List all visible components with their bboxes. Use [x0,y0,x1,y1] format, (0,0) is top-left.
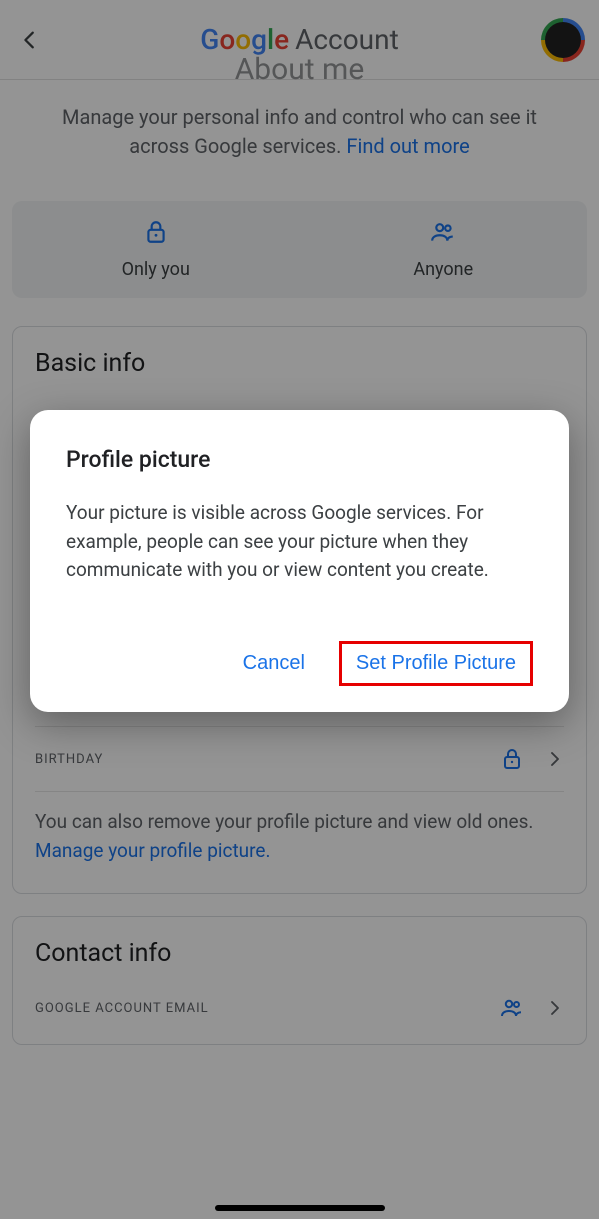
dialog-title: Profile picture [66,446,533,473]
set-profile-picture-button[interactable]: Set Profile Picture [348,646,524,681]
dialog-actions: Cancel Set Profile Picture [66,641,533,686]
cancel-button[interactable]: Cancel [235,646,313,681]
profile-picture-dialog: Profile picture Your picture is visible … [30,410,569,712]
set-profile-picture-highlight: Set Profile Picture [339,641,533,686]
page-root: Google Account About me Manage your pers… [0,0,599,1219]
dialog-body: Your picture is visible across Google se… [66,499,533,585]
home-indicator[interactable] [215,1205,385,1211]
